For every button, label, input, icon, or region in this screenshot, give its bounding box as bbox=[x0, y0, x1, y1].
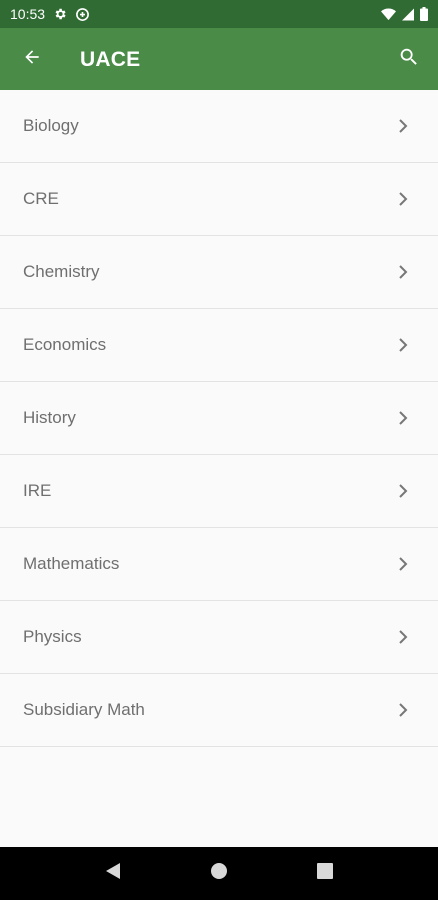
nav-recents-icon bbox=[317, 863, 333, 884]
signal-icon bbox=[402, 8, 414, 21]
chevron-right-icon bbox=[398, 410, 408, 426]
battery-icon bbox=[420, 7, 428, 21]
list-item-economics[interactable]: Economics bbox=[0, 309, 438, 382]
page-title: UACE bbox=[80, 47, 141, 71]
search-button[interactable] bbox=[380, 28, 438, 91]
nav-home-icon bbox=[210, 862, 228, 885]
list-item-label: Physics bbox=[23, 627, 82, 646]
search-icon bbox=[398, 46, 420, 73]
nav-recents-button[interactable] bbox=[305, 854, 345, 894]
subject-list: Biology CRE Chemistry Economics History … bbox=[0, 90, 438, 747]
list-item-chemistry[interactable]: Chemistry bbox=[0, 236, 438, 309]
list-item-subsidiary-math[interactable]: Subsidiary Math bbox=[0, 674, 438, 747]
back-button[interactable] bbox=[0, 28, 64, 91]
list-item-label: History bbox=[23, 408, 76, 427]
chevron-right-icon bbox=[398, 483, 408, 499]
list-item-label: Biology bbox=[23, 116, 79, 135]
nav-back-button[interactable] bbox=[93, 854, 133, 894]
settings-icon bbox=[53, 7, 67, 21]
list-item-history[interactable]: History bbox=[0, 382, 438, 455]
list-item-ire[interactable]: IRE bbox=[0, 455, 438, 528]
list-item-biology[interactable]: Biology bbox=[0, 90, 438, 163]
chevron-right-icon bbox=[398, 264, 408, 280]
data-saver-icon bbox=[75, 7, 90, 22]
list-item-physics[interactable]: Physics bbox=[0, 601, 438, 674]
system-nav-bar bbox=[0, 847, 438, 900]
chevron-right-icon bbox=[398, 702, 408, 718]
list-item-label: Economics bbox=[23, 335, 107, 354]
list-item-label: CRE bbox=[23, 189, 59, 208]
arrow-back-icon bbox=[22, 47, 42, 72]
chevron-right-icon bbox=[398, 629, 408, 645]
app-bar: UACE bbox=[0, 28, 438, 91]
nav-back-icon bbox=[104, 862, 122, 885]
list-item-mathematics[interactable]: Mathematics bbox=[0, 528, 438, 601]
list-item-label: Subsidiary Math bbox=[23, 700, 145, 719]
list-item-label: Mathematics bbox=[23, 554, 120, 573]
wifi-icon bbox=[381, 8, 396, 21]
status-bar: 10:53 bbox=[0, 0, 438, 28]
list-item-cre[interactable]: CRE bbox=[0, 163, 438, 236]
status-time: 10:53 bbox=[10, 6, 46, 22]
chevron-right-icon bbox=[398, 118, 408, 134]
nav-home-button[interactable] bbox=[199, 854, 239, 894]
list-item-label: IRE bbox=[23, 481, 52, 500]
chevron-right-icon bbox=[398, 191, 408, 207]
list-item-label: Chemistry bbox=[23, 262, 100, 281]
chevron-right-icon bbox=[398, 337, 408, 353]
chevron-right-icon bbox=[398, 556, 408, 572]
